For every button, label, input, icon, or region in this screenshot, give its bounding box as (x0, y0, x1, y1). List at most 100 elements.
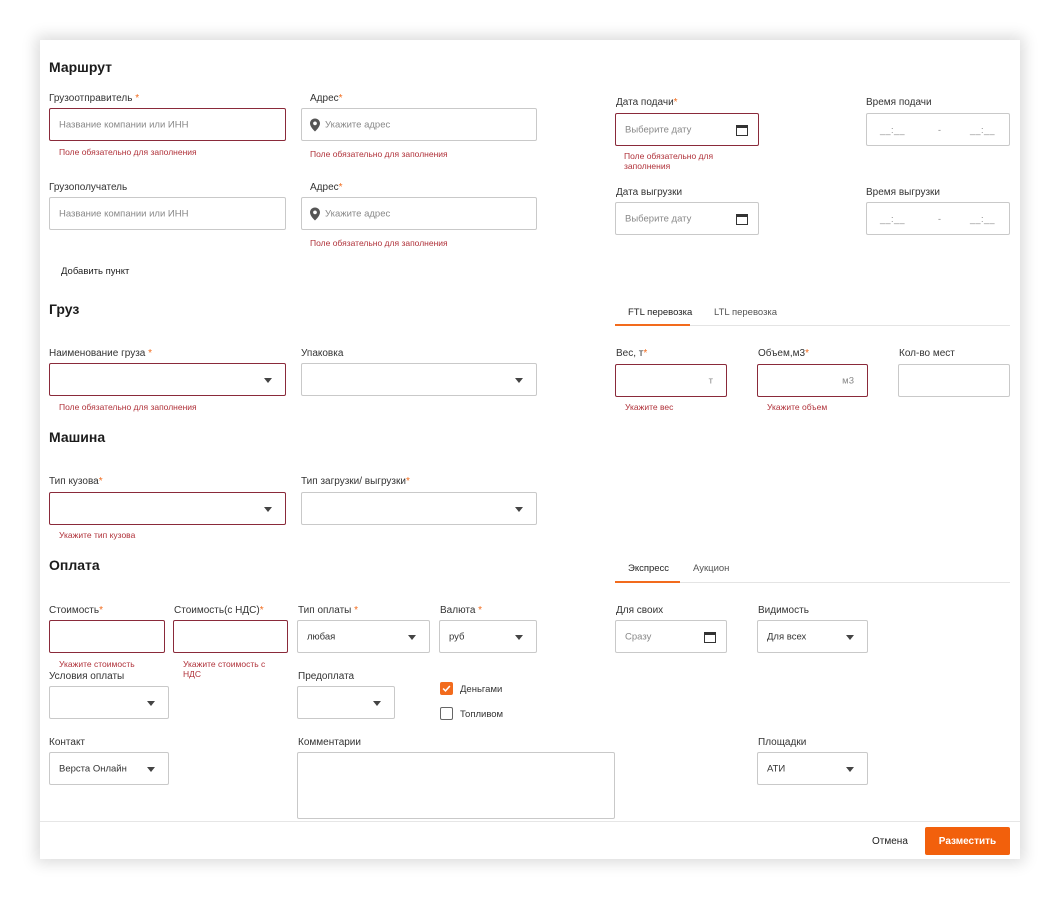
location-pin-icon (310, 118, 320, 131)
body-type-label: Тип кузова* (49, 476, 103, 487)
money-checkbox-label: Деньгами (460, 684, 503, 695)
shipper-input[interactable]: Название компании или ИНН (49, 108, 286, 141)
cancel-button[interactable]: Отмена (872, 836, 908, 847)
unload-time-input[interactable]: __:__ - __:__ (866, 202, 1010, 235)
consignee-placeholder: Название компании или ИНН (59, 208, 189, 219)
submit-button[interactable]: Разместить (925, 827, 1010, 855)
pickup-date-label: Дата подачи* (616, 97, 678, 108)
pickup-date-placeholder: Выберите дату (625, 124, 692, 135)
cost-error: Укажите стоимость (59, 659, 135, 669)
shipper-placeholder: Название компании или ИНН (59, 119, 189, 130)
contact-label: Контакт (49, 737, 86, 748)
platforms-value: АТИ (767, 763, 786, 774)
consignee-address-label: Адрес* (310, 182, 343, 193)
platforms-select[interactable]: АТИ (757, 752, 868, 785)
vehicle-section-title: Машина (49, 429, 106, 445)
currency-select[interactable]: руб (439, 620, 537, 653)
prepayment-label: Предоплата (298, 671, 355, 682)
pickup-time-from: __:__ (880, 124, 906, 135)
places-input[interactable] (898, 364, 1010, 397)
consignee-input[interactable]: Название компании или ИНН (49, 197, 286, 230)
pickup-time-to: __:__ (970, 124, 996, 135)
for-own-placeholder: Сразу (625, 631, 652, 642)
cost-vat-label: Стоимость(с НДС)* (174, 605, 264, 616)
volume-unit: м3 (842, 375, 854, 386)
unload-time-separator: - (938, 213, 942, 224)
loading-type-select[interactable] (301, 492, 537, 525)
cost-input[interactable] (49, 620, 165, 653)
prepayment-select[interactable] (297, 686, 395, 719)
pickup-time-input[interactable]: __:__ - __:__ (866, 113, 1010, 146)
chevron-down-icon (147, 766, 155, 772)
tab-express[interactable]: Экспресс (628, 563, 669, 574)
volume-error: Укажите объем (767, 402, 828, 412)
add-point-link[interactable]: Добавить пункт (61, 266, 129, 277)
consignee-address-placeholder: Укажите адрес (325, 208, 391, 219)
chevron-down-icon (264, 377, 272, 383)
packaging-select[interactable] (301, 363, 537, 396)
location-pin-icon (310, 207, 320, 220)
weight-input[interactable]: т (615, 364, 727, 397)
route-section-title: Маршрут (49, 59, 113, 75)
contact-value: Верста Онлайн (59, 763, 127, 774)
weight-unit: т (708, 375, 713, 386)
tab-express-underline (615, 581, 680, 583)
chevron-down-icon (408, 634, 416, 640)
body-type-select[interactable] (49, 492, 286, 525)
consignee-address-error: Поле обязательно для заполнения (310, 238, 448, 248)
shipper-address-input[interactable]: Укажите адрес (301, 108, 537, 141)
payment-section-title: Оплата (49, 557, 100, 573)
pay-type-label: Тип оплаты * (298, 605, 359, 616)
visibility-value: Для всех (767, 631, 807, 642)
consignee-label: Грузополучатель (49, 182, 128, 193)
visibility-select[interactable]: Для всех (757, 620, 868, 653)
payment-terms-label: Условия оплаты (49, 671, 125, 682)
calendar-icon (704, 631, 716, 643)
unload-time-to: __:__ (970, 213, 996, 224)
payment-terms-select[interactable] (49, 686, 169, 719)
for-own-input[interactable]: Сразу (615, 620, 727, 653)
cargo-name-label: Наименование груза * (49, 348, 153, 359)
comments-label: Комментарии (298, 737, 361, 748)
for-own-label: Для своих (616, 605, 664, 616)
consignee-address-input[interactable]: Укажите адрес (301, 197, 537, 230)
tab-auction[interactable]: Аукцион (693, 563, 729, 574)
pickup-time-separator: - (938, 124, 942, 135)
platforms-label: Площадки (758, 737, 807, 748)
tab-ltl[interactable]: LTL перевозка (714, 307, 777, 318)
checkmark-icon (442, 685, 451, 692)
packaging-label: Упаковка (301, 348, 344, 359)
pickup-date-error: Поле обязательно для заполнения (624, 151, 714, 171)
calendar-icon (736, 213, 748, 225)
shipper-address-error: Поле обязательно для заполнения (310, 149, 448, 159)
comments-textarea[interactable] (297, 752, 615, 819)
volume-input[interactable]: м3 (757, 364, 868, 397)
chevron-down-icon (846, 766, 854, 772)
contact-select[interactable]: Верста Онлайн (49, 752, 169, 785)
unload-date-label: Дата выгрузки (616, 187, 683, 198)
pay-type-select[interactable]: любая (297, 620, 430, 653)
money-checkbox[interactable] (440, 682, 453, 695)
fuel-checkbox-label: Топливом (460, 709, 504, 720)
pickup-date-input[interactable]: Выберите дату (615, 113, 759, 146)
volume-label: Объем,м3* (758, 348, 809, 359)
shipper-error: Поле обязательно для заполнения (59, 147, 197, 157)
cargo-section-title: Груз (49, 301, 80, 317)
pay-type-value: любая (307, 631, 336, 642)
chevron-down-icon (515, 634, 523, 640)
loading-type-label: Тип загрузки/ выгрузки* (301, 476, 410, 487)
unload-date-placeholder: Выберите дату (625, 213, 692, 224)
cargo-name-select[interactable] (49, 363, 286, 396)
unload-date-input[interactable]: Выберите дату (615, 202, 759, 235)
weight-label: Вес, т* (616, 348, 648, 359)
shipper-label: Грузоотправитель * (49, 93, 140, 104)
chevron-down-icon (846, 634, 854, 640)
tab-ftl[interactable]: FTL перевозка (628, 307, 692, 318)
chevron-down-icon (147, 700, 155, 706)
chevron-down-icon (515, 506, 523, 512)
calendar-icon (736, 124, 748, 136)
currency-label: Валюта * (440, 605, 483, 616)
cost-vat-error: Укажите стоимость с НДС (183, 659, 266, 679)
fuel-checkbox[interactable] (440, 707, 453, 720)
cost-vat-input[interactable] (173, 620, 288, 653)
